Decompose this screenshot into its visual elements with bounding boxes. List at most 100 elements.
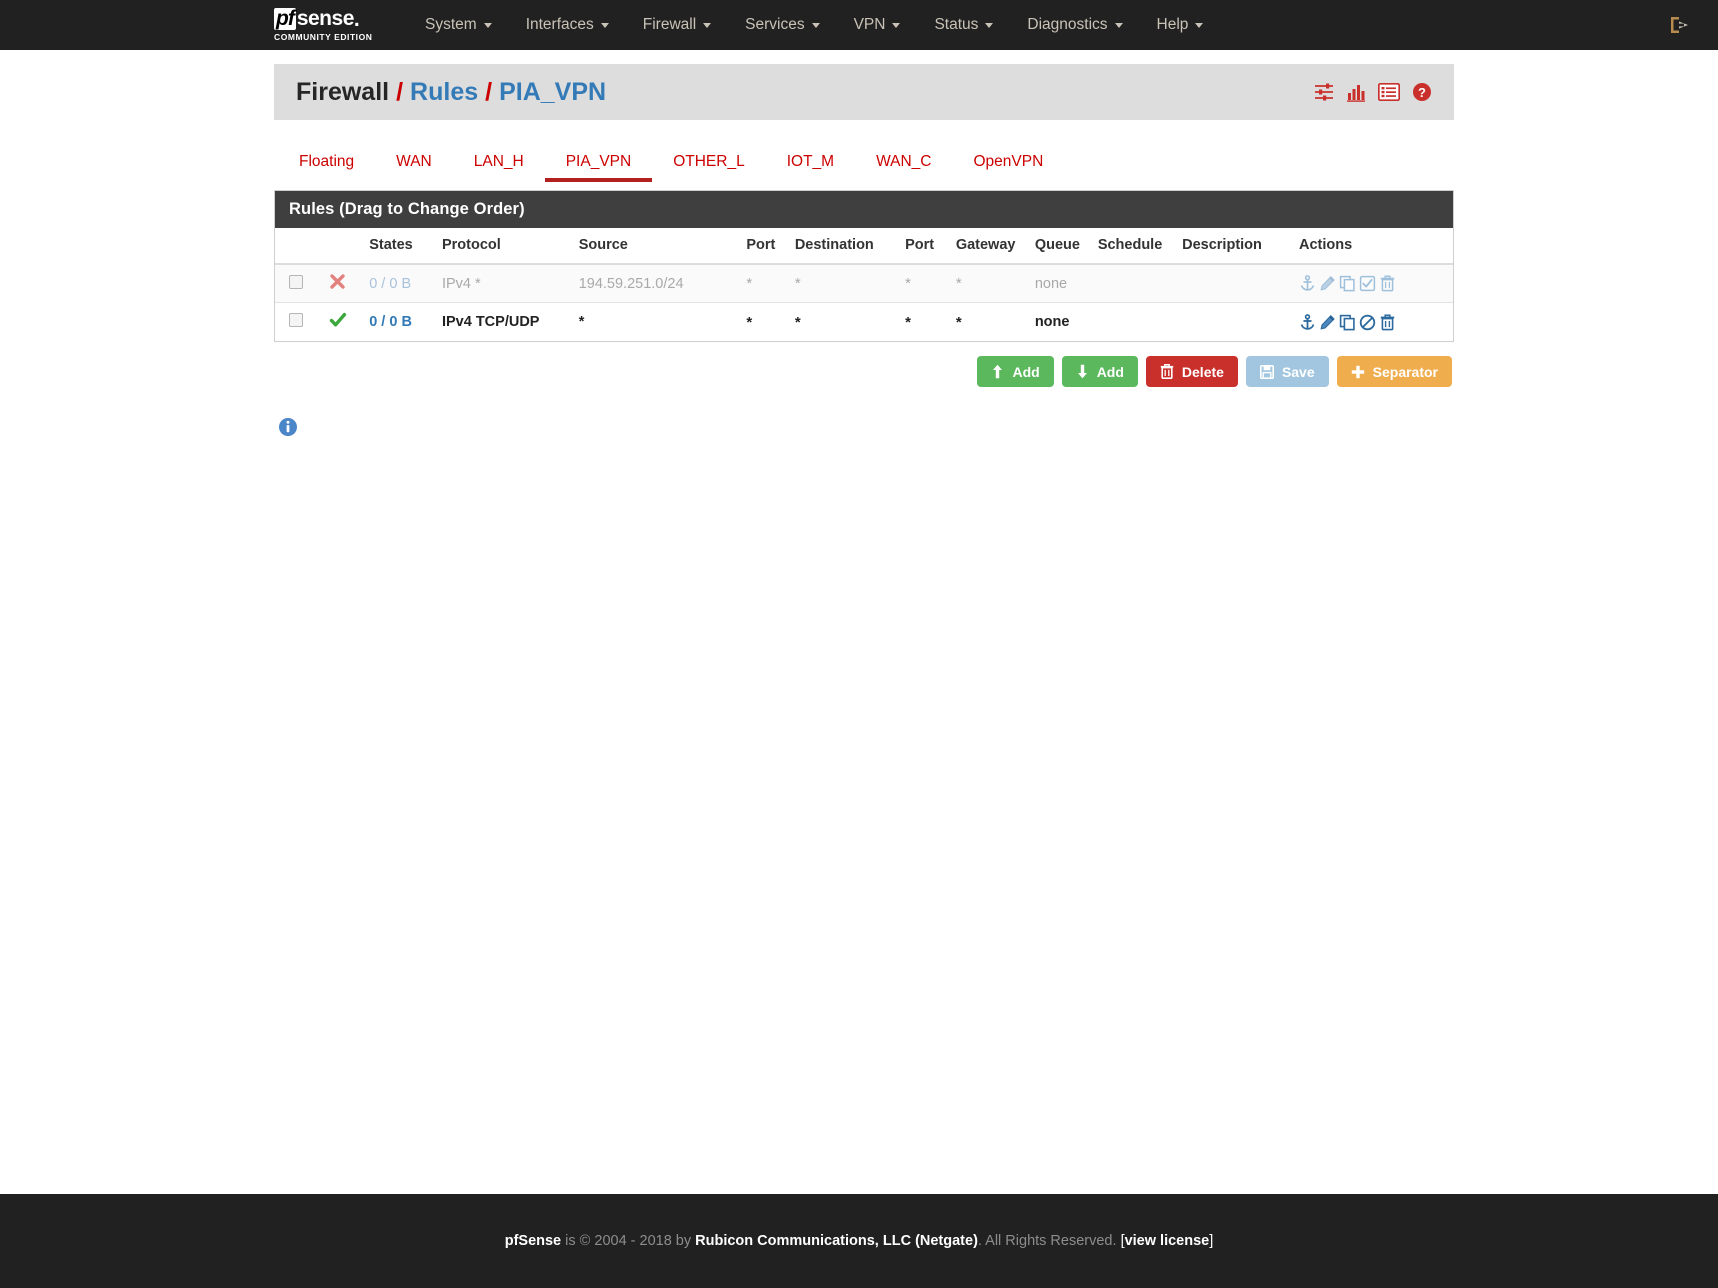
breadcrumb-separator: / (396, 77, 404, 106)
logo-pf-text: pf (274, 7, 296, 31)
copy-icon[interactable] (1339, 314, 1356, 331)
footer-company: Rubicon Communications, LLC (Netgate) (695, 1233, 978, 1249)
row-actions-cell (1293, 302, 1453, 341)
row-description-cell (1176, 263, 1293, 303)
tab-pia-vpn[interactable]: PIA_VPN (544, 143, 653, 182)
logout-icon[interactable] (1668, 14, 1690, 36)
add-rule-top-button[interactable]: Add (977, 356, 1054, 387)
row-checkbox[interactable] (289, 313, 303, 327)
page-body: Firewall / Rules / PIA_VPN ? Floating WA… (0, 64, 1718, 441)
tab-iot-m[interactable]: IOT_M (766, 143, 855, 182)
list-table-icon[interactable] (1378, 83, 1400, 101)
button-label: Add (1096, 363, 1124, 380)
nav-item-label: VPN (853, 16, 886, 33)
row-schedule-cell (1091, 302, 1177, 341)
row-action-icons (1299, 275, 1447, 292)
table-row[interactable]: 0 / 0 B IPv4 * 194.59.251.0/24 * * * * n… (275, 263, 1453, 303)
col-header-checkbox (275, 228, 313, 265)
row-action-icons (1299, 313, 1447, 331)
arrow-up-icon (993, 364, 1003, 379)
logo-edition-label: COMMUNITY EDITION (274, 32, 373, 43)
delete-trash-icon[interactable] (1379, 275, 1396, 292)
row-destination-cell: * (788, 263, 900, 303)
row-description-cell (1176, 302, 1293, 341)
edit-pencil-icon[interactable] (1319, 314, 1336, 331)
anchor-icon[interactable] (1299, 313, 1316, 331)
copy-icon[interactable] (1339, 275, 1356, 292)
info-circle-icon[interactable] (278, 417, 298, 437)
table-header-row: States Protocol Source Port Destination … (275, 228, 1453, 265)
footer-copyright-text: is © 2004 - 2018 by (561, 1233, 696, 1249)
tab-label: PIA_VPN (565, 153, 632, 170)
breadcrumb-rules-link[interactable]: Rules (410, 78, 478, 107)
row-checkbox[interactable] (289, 274, 303, 289)
row-states-cell: 0 / 0 B (363, 302, 436, 341)
view-license-link[interactable]: view license (1125, 1233, 1210, 1249)
save-button[interactable]: Save (1245, 356, 1329, 387)
breadcrumb-current[interactable]: PIA_VPN (499, 78, 606, 107)
chevron-down-icon (811, 22, 820, 28)
enable-check-icon[interactable] (1359, 275, 1376, 292)
nav-item-label: Services (745, 16, 805, 33)
delete-rules-button[interactable]: Delete (1145, 356, 1238, 387)
col-header-port2: Port (899, 228, 950, 265)
edit-pencil-icon[interactable] (1319, 275, 1336, 292)
rules-panel-title: Rules (Drag to Change Order) (275, 191, 1453, 228)
bar-chart-icon[interactable] (1346, 82, 1366, 102)
filter-sliders-icon[interactable] (1314, 82, 1334, 102)
button-label: Separator (1372, 363, 1438, 380)
rules-panel: Rules (Drag to Change Order) States Prot… (274, 190, 1454, 342)
nav-item-system[interactable]: System (408, 10, 509, 40)
tab-wan-c[interactable]: WAN_C (855, 143, 952, 182)
button-label: Add (1012, 363, 1040, 380)
delete-trash-icon[interactable] (1379, 313, 1396, 331)
states-link[interactable]: 0 / 0 B (369, 314, 412, 330)
tab-other-l[interactable]: OTHER_L (652, 143, 766, 182)
anchor-icon[interactable] (1299, 275, 1316, 292)
footer-bracket-close: ] (1209, 1233, 1214, 1249)
footer-brand: pfSense (504, 1233, 562, 1249)
tab-lan-h[interactable]: LAN_H (453, 143, 545, 182)
nav-item-status[interactable]: Status (917, 10, 1010, 40)
col-header-action (312, 228, 364, 265)
nav-item-help[interactable]: Help (1140, 10, 1221, 40)
tab-label: WAN (396, 153, 432, 170)
tab-label: Floating (299, 153, 355, 170)
nav-item-diagnostics[interactable]: Diagnostics (1010, 10, 1139, 40)
page-header: Firewall / Rules / PIA_VPN ? (274, 64, 1454, 120)
row-port2-cell: * (899, 263, 950, 303)
row-destination-cell: * (788, 302, 900, 341)
footer-rights-text: . All Rights Reserved. (977, 1233, 1121, 1249)
table-row[interactable]: 0 / 0 B IPv4 TCP/UDP * * * * * none (275, 302, 1453, 341)
nav-item-interfaces[interactable]: Interfaces (509, 10, 626, 40)
main-navbar: pf sense . COMMUNITY EDITION System Inte… (0, 0, 1718, 50)
row-gateway-cell: * (949, 302, 1029, 341)
col-header-protocol: Protocol (435, 228, 573, 265)
col-header-gateway: Gateway (949, 228, 1029, 265)
nav-item-services[interactable]: Services (728, 10, 836, 40)
pfsense-logo[interactable]: pf sense . COMMUNITY EDITION (274, 8, 386, 42)
row-port-cell: * (740, 263, 789, 303)
nav-menu: System Interfaces Firewall Services VPN … (408, 10, 1220, 40)
logo-sense-text: sense (296, 7, 355, 31)
nav-item-firewall[interactable]: Firewall (626, 10, 728, 40)
row-actions-cell (1293, 263, 1453, 303)
page-footer: pfSense is © 2004 - 2018 by Rubicon Comm… (0, 1194, 1718, 1288)
tab-wan[interactable]: WAN (375, 143, 453, 182)
disable-ban-icon[interactable] (1359, 314, 1376, 331)
nav-item-vpn[interactable]: VPN (837, 10, 918, 40)
button-label: Save (1281, 363, 1315, 380)
tab-openvpn[interactable]: OpenVPN (952, 143, 1064, 182)
row-schedule-cell (1091, 263, 1177, 303)
add-rule-bottom-button[interactable]: Add (1061, 356, 1138, 387)
row-select-cell (275, 302, 313, 341)
add-separator-button[interactable]: Separator (1336, 356, 1452, 387)
tab-label: IOT_M (786, 153, 835, 170)
nav-item-label: Status (934, 16, 979, 33)
tab-floating[interactable]: Floating (278, 143, 375, 182)
chevron-down-icon (1195, 22, 1204, 28)
states-link[interactable]: 0 / 0 B (369, 276, 411, 292)
help-circle-icon[interactable]: ? (1412, 82, 1432, 102)
button-label: Delete (1181, 363, 1224, 380)
breadcrumb-separator: / (485, 77, 493, 106)
